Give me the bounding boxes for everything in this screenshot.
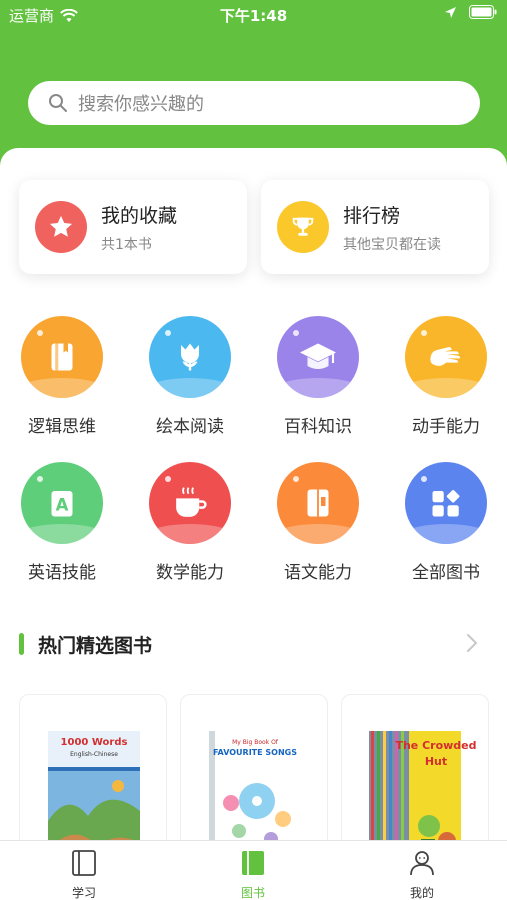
category-label: 英语技能	[28, 563, 96, 583]
book-subtitle: FAVOURITE SONGS	[213, 748, 297, 757]
search-placeholder: 搜索你感兴趣的	[78, 94, 204, 115]
category-label: 语文能力	[284, 563, 352, 583]
tab-mine[interactable]: 我的	[382, 849, 462, 900]
status-time: 下午1:48	[219, 7, 288, 25]
book-title: The Crowded	[395, 739, 477, 752]
book-subtitle: Hut	[424, 755, 448, 768]
category-english[interactable]: A 英语技能	[7, 462, 117, 583]
category-all-books[interactable]: 全部图书	[391, 462, 501, 583]
letter-a-icon: A	[21, 462, 103, 544]
section-title: 热门精选图书	[38, 635, 153, 657]
category-encyclopedia[interactable]: 百科知识	[263, 316, 373, 437]
tab-bar: 学习 图书 我的	[0, 840, 507, 900]
category-math[interactable]: 数学能力	[135, 462, 245, 583]
category-label: 全部图书	[412, 563, 480, 583]
category-label: 数学能力	[156, 563, 224, 583]
section-accent-bar	[19, 633, 24, 655]
hand-icon	[405, 316, 487, 398]
category-label: 百科知识	[284, 417, 352, 437]
ranking-title: 排行榜	[343, 205, 401, 227]
ranking-subtitle: 其他宝贝都在读	[343, 237, 441, 253]
status-bar: 运营商 下午1:48	[0, 0, 507, 30]
book-icon	[21, 316, 103, 398]
coffee-cup-icon	[149, 462, 231, 544]
star-icon	[35, 201, 87, 253]
ranking-card[interactable]: 排行榜 其他宝贝都在读	[261, 180, 489, 274]
book-filled-icon	[242, 851, 264, 875]
location-arrow-icon	[445, 6, 456, 18]
graduation-cap-icon	[277, 316, 359, 398]
category-label: 绘本阅读	[156, 417, 224, 437]
tab-books[interactable]: 图书	[213, 849, 293, 900]
trophy-icon	[277, 201, 329, 253]
profile-icon	[410, 851, 434, 876]
book-card[interactable]: 1000 Words English-Chinese	[19, 694, 167, 864]
tab-label: 学习	[71, 886, 96, 900]
tab-study[interactable]: 学习	[44, 849, 124, 900]
book-card[interactable]: The Crowded Hut	[341, 694, 489, 864]
search-icon	[49, 94, 67, 112]
book-outline-icon	[72, 850, 96, 876]
book-title: My Big Book Of	[232, 739, 278, 746]
category-hands-on[interactable]: 动手能力	[391, 316, 501, 437]
notebook-icon	[277, 462, 359, 544]
category-picture-books[interactable]: 绘本阅读	[135, 316, 245, 437]
favorites-count: 共1本书	[101, 237, 152, 253]
search-input[interactable]: 搜索你感兴趣的	[28, 81, 480, 125]
svg-text:A: A	[56, 496, 69, 515]
tulip-icon	[149, 316, 231, 398]
book-title: 1000 Words	[60, 737, 128, 748]
book-subtitle: English-Chinese	[70, 751, 118, 758]
category-logic[interactable]: 逻辑思维	[7, 316, 117, 437]
category-label: 逻辑思维	[28, 417, 96, 437]
battery-icon	[469, 5, 497, 19]
tab-label: 我的	[409, 886, 434, 900]
grid-icon	[405, 462, 487, 544]
favorites-title: 我的收藏	[101, 205, 178, 227]
tab-label: 图书	[240, 886, 265, 900]
category-label: 动手能力	[412, 417, 480, 437]
favorites-card[interactable]: 我的收藏 共1本书	[19, 180, 247, 274]
category-chinese[interactable]: 语文能力	[263, 462, 373, 583]
book-card[interactable]: My Big Book Of FAVOURITE SONGS	[180, 694, 328, 864]
chevron-right-icon[interactable]	[465, 632, 479, 654]
